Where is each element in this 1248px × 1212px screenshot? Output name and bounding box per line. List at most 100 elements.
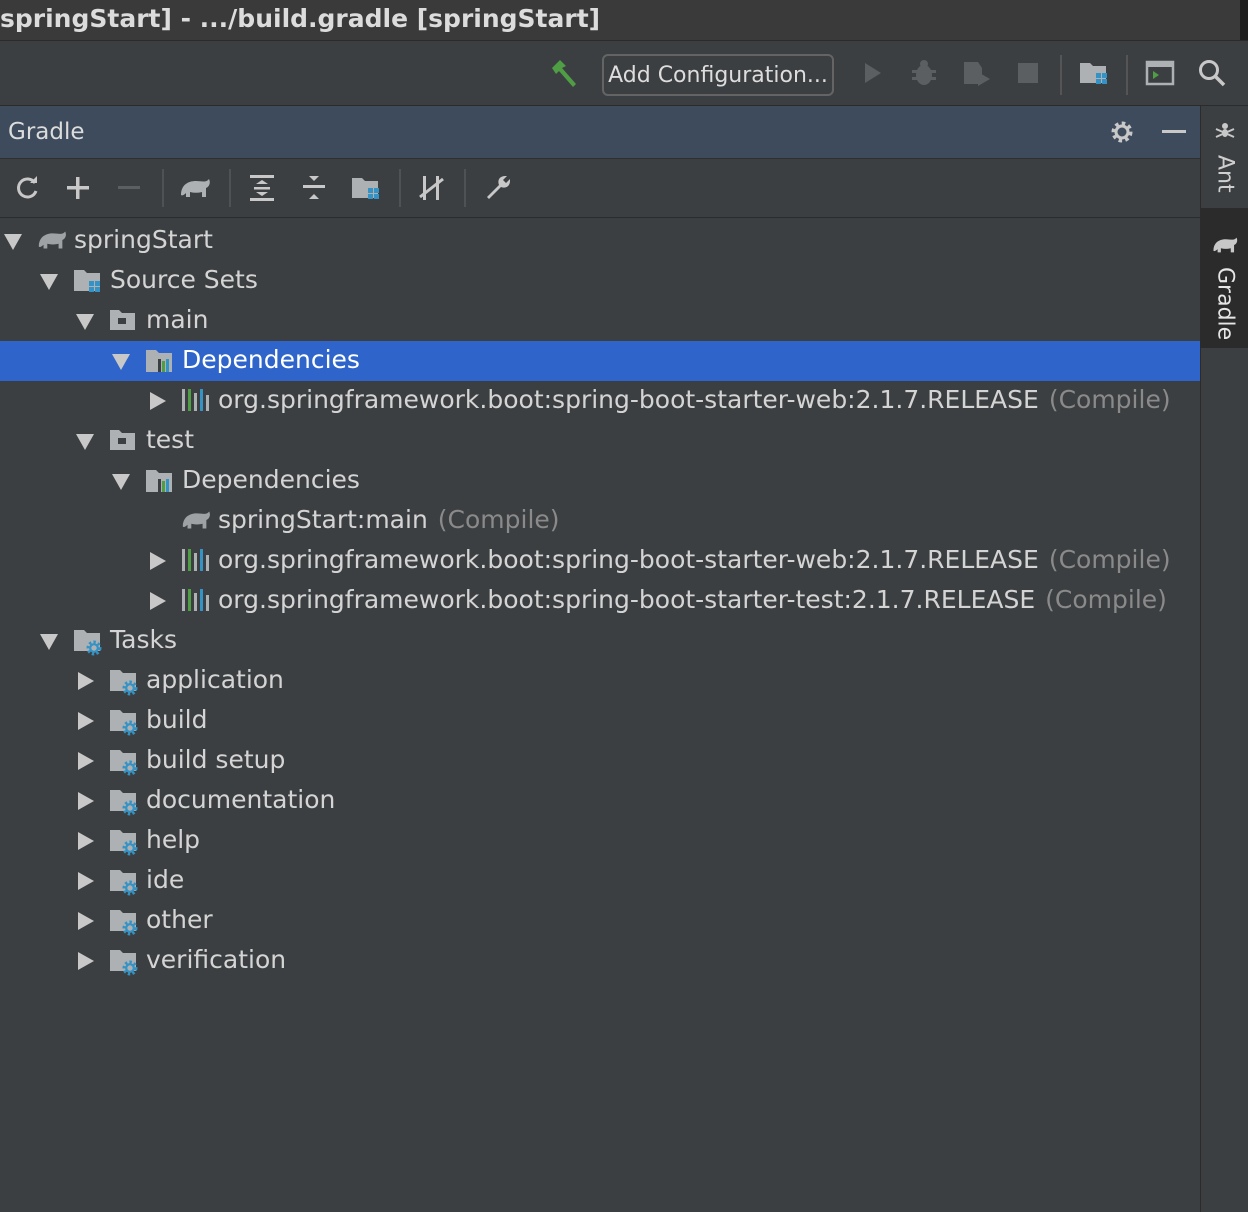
panel-title: Gradle (8, 119, 85, 145)
stop-icon[interactable] (1008, 53, 1048, 93)
build-hammer-icon[interactable] (543, 53, 583, 93)
collapsed-arrow-icon[interactable] (74, 910, 96, 932)
dependencies-folder-icon (144, 347, 176, 375)
tree-item-text: springStart (74, 225, 213, 254)
tree-row[interactable]: Dependencies (0, 461, 1200, 501)
source-sets-icon[interactable] (349, 171, 383, 205)
tree-row[interactable]: application (0, 661, 1200, 701)
remove-icon[interactable] (112, 171, 146, 205)
tree-row[interactable]: documentation (0, 781, 1200, 821)
collapsed-arrow-icon[interactable] (74, 750, 96, 772)
tree-row[interactable]: Dependencies (0, 341, 1200, 381)
tree-row[interactable]: test (0, 421, 1200, 461)
tree-row[interactable]: springStart (0, 221, 1200, 261)
tree-item-label: other (146, 905, 213, 934)
toolbar-separator (1060, 55, 1062, 95)
tree-item-text: build (146, 705, 208, 734)
tree-row[interactable]: build setup (0, 741, 1200, 781)
tree-item-label: springStart:main (Compile) (218, 505, 560, 534)
tree-item-label: Tasks (110, 625, 177, 654)
tree-item-label: build setup (146, 745, 285, 774)
collapsed-arrow-icon[interactable] (146, 590, 168, 612)
collapsed-arrow-icon[interactable] (74, 870, 96, 892)
terminal-icon[interactable] (1140, 53, 1180, 93)
collapsed-arrow-icon[interactable] (74, 790, 96, 812)
expanded-arrow-icon[interactable] (38, 630, 60, 652)
tree-item-text: Dependencies (182, 345, 360, 374)
gradle-elephant-icon (36, 227, 68, 255)
tree-item-text: build setup (146, 745, 286, 774)
window-edge (1240, 0, 1248, 40)
tasks-folder-icon (72, 627, 104, 656)
tree-item-text: springStart:main (218, 505, 428, 534)
toolbar-separator (229, 169, 231, 207)
gradle-elephant-icon (180, 507, 212, 535)
tasks-folder-icon (108, 667, 140, 696)
tree-row[interactable]: org.springframework.boot:spring-boot-sta… (0, 381, 1200, 421)
tree-row[interactable]: help (0, 821, 1200, 861)
scope-suffix: (Compile) (1048, 385, 1171, 414)
tab-ant[interactable]: Ant (1201, 120, 1248, 193)
tree-row[interactable]: verification (0, 941, 1200, 981)
tree-item-text: test (146, 425, 195, 454)
tasks-folder-icon (108, 827, 140, 856)
collapse-all-icon[interactable] (297, 171, 331, 205)
tree-row[interactable]: other (0, 901, 1200, 941)
tree-item-label: ide (146, 865, 184, 894)
collapsed-arrow-icon[interactable] (74, 710, 96, 732)
expanded-arrow-icon[interactable] (110, 350, 132, 372)
search-icon[interactable] (1192, 53, 1232, 93)
gradle-toolbar (0, 159, 1200, 218)
tasks-folder-icon (108, 947, 140, 976)
tree-item-label: build (146, 705, 207, 734)
expanded-arrow-icon[interactable] (38, 270, 60, 292)
tree-item-text: application (146, 665, 284, 694)
collapsed-arrow-icon[interactable] (74, 670, 96, 692)
tree-row[interactable]: org.springframework.boot:spring-boot-sta… (0, 581, 1200, 621)
collapsed-arrow-icon[interactable] (146, 550, 168, 572)
tree-item-text: org.springframework.boot:spring-boot-sta… (218, 585, 1036, 614)
expand-all-icon[interactable] (245, 171, 279, 205)
expanded-arrow-icon[interactable] (2, 230, 24, 252)
tree-item-text: help (146, 825, 201, 854)
collapsed-arrow-icon[interactable] (74, 830, 96, 852)
tree-row[interactable]: ide (0, 861, 1200, 901)
collapsed-arrow-icon[interactable] (74, 950, 96, 972)
add-icon[interactable] (61, 171, 95, 205)
project-structure-icon[interactable] (1074, 53, 1114, 93)
tab-gradle[interactable]: Gradle (1201, 208, 1248, 348)
main-toolbar: Add Configuration... (0, 41, 1248, 106)
right-tool-strip: Ant Gradle (1200, 106, 1248, 1212)
tree-item-text: ide (146, 865, 185, 894)
gear-icon[interactable] (1106, 116, 1138, 148)
tree-row[interactable]: Source Sets (0, 261, 1200, 301)
toggle-offline-icon[interactable] (415, 171, 449, 205)
coverage-icon[interactable] (956, 53, 996, 93)
minimize-icon[interactable] (1158, 116, 1190, 148)
tree-item-label: application (146, 665, 284, 694)
wrench-icon[interactable] (481, 171, 515, 205)
tree-row[interactable]: build (0, 701, 1200, 741)
gradle-panel-header: Gradle (0, 106, 1200, 159)
expanded-arrow-icon[interactable] (110, 470, 132, 492)
run-icon[interactable] (852, 53, 892, 93)
toolbar-separator (162, 169, 164, 207)
refresh-icon[interactable] (10, 171, 44, 205)
expanded-arrow-icon[interactable] (74, 310, 96, 332)
tree-item-label: verification (146, 945, 286, 974)
tree-item-text: main (146, 305, 209, 334)
tree-row[interactable]: springStart:main (Compile) (0, 501, 1200, 541)
tree-row[interactable]: Tasks (0, 621, 1200, 661)
scope-suffix: (Compile) (1048, 545, 1171, 574)
collapsed-arrow-icon[interactable] (146, 390, 168, 412)
add-configuration-button[interactable]: Add Configuration... (602, 54, 834, 96)
gradle-elephant-icon[interactable] (178, 171, 212, 205)
debug-icon[interactable] (904, 53, 944, 93)
library-icon (180, 587, 212, 615)
tree-item-text: other (146, 905, 213, 934)
tree-item-label: Dependencies (182, 345, 360, 374)
tree-row[interactable]: main (0, 301, 1200, 341)
tree-item-text: Dependencies (182, 465, 360, 494)
expanded-arrow-icon[interactable] (74, 430, 96, 452)
tree-row[interactable]: org.springframework.boot:spring-boot-sta… (0, 541, 1200, 581)
